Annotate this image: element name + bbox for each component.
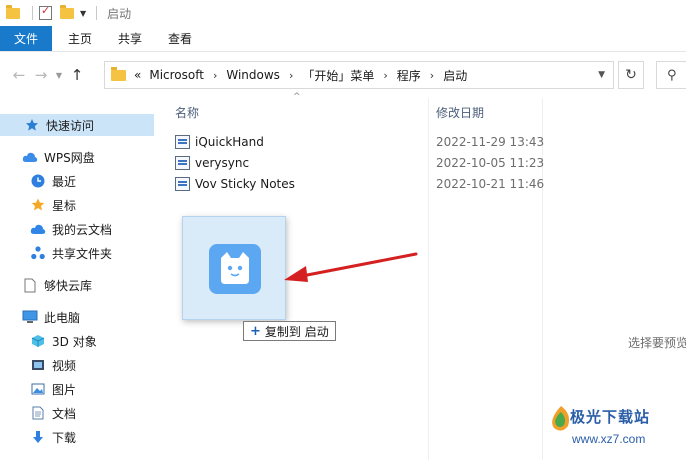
file-row-verysync[interactable]: verysync 2022-10-05 11:23 <box>175 153 545 173</box>
file-row-iquickhand[interactable]: iQuickHand 2022-11-29 13:43 <box>175 132 545 152</box>
sidebar-item-label: 共享文件夹 <box>52 246 113 261</box>
search-icon: ⚲ <box>667 67 677 83</box>
file-name: verysync <box>195 156 250 170</box>
shortcut-file-icon <box>175 177 190 191</box>
drag-preview <box>182 216 286 320</box>
file-row-vov-sticky-notes[interactable]: Vov Sticky Notes 2022-10-21 11:46 <box>175 174 545 194</box>
breadcrumb-start-menu[interactable]: 「开始」菜单 <box>302 67 374 84</box>
tab-home[interactable]: 主页 <box>52 26 105 51</box>
sidebar-item-label: 星标 <box>52 198 77 213</box>
sidebar-item-downloads[interactable]: 下载 <box>0 426 160 448</box>
sidebar-item-label: WPS网盘 <box>44 150 95 165</box>
computer-icon <box>22 309 38 325</box>
watermark-brand: 极光下载站 <box>570 408 651 426</box>
title-bar: ▼ 启动 <box>0 0 686 26</box>
sidebar-item-label: 最近 <box>52 174 77 189</box>
breadcrumb-overflow[interactable]: « <box>134 68 141 82</box>
navigation-bar: ← → ▼ ↑ « Microsoft › Windows › 「开始」菜单 ›… <box>0 56 686 94</box>
chevron-right-icon[interactable]: › <box>430 69 434 82</box>
copy-to-label: 复制到 启动 <box>264 324 329 339</box>
search-input[interactable]: ⚲ <box>656 61 686 89</box>
folder-icon[interactable] <box>6 4 20 19</box>
sidebar-item-3d-objects[interactable]: 3D 对象 <box>0 330 160 352</box>
sidebar-item-shared-folder[interactable]: 共享文件夹 <box>0 242 160 264</box>
sidebar-item-label: 下载 <box>52 430 77 445</box>
divider <box>32 6 33 20</box>
divider <box>96 6 98 20</box>
plus-icon: + <box>250 323 261 339</box>
sidebar-item-this-pc[interactable]: 此电脑 <box>0 306 160 328</box>
shortcut-file-icon <box>175 156 190 170</box>
folder-icon <box>111 66 126 81</box>
sidebar-item-wps-cloud[interactable]: WPS网盘 <box>0 146 160 168</box>
sidebar-item-label: 我的云文档 <box>52 222 113 237</box>
file-date: 2022-10-05 11:23 <box>436 156 545 170</box>
sidebar-item-label: 图片 <box>52 382 77 397</box>
cloud-doc-icon <box>30 221 46 237</box>
shortcut-file-icon <box>175 135 190 149</box>
sidebar-item-label: 3D 对象 <box>52 334 97 349</box>
watermark-url: www.xz7.com <box>572 432 646 446</box>
sidebar-item-gokuai[interactable]: 够快云库 <box>0 274 160 296</box>
sidebar-item-documents[interactable]: 文档 <box>0 402 160 424</box>
file-name: iQuickHand <box>195 135 264 149</box>
breadcrumb-startup[interactable]: 启动 <box>443 67 467 84</box>
chevron-right-icon[interactable]: › <box>213 69 217 82</box>
ribbon-tabs: 文件 主页 共享 查看 <box>0 26 686 52</box>
up-arrow-icon[interactable]: ↑ <box>66 66 88 84</box>
new-folder-icon[interactable] <box>60 4 74 19</box>
file-name: Vov Sticky Notes <box>195 177 295 191</box>
chevron-down-icon[interactable]: ▼ <box>598 70 605 80</box>
sidebar-item-starred[interactable]: 星标 <box>0 194 160 216</box>
tab-view[interactable]: 查看 <box>155 26 205 51</box>
video-icon <box>30 357 46 373</box>
download-icon <box>30 429 46 445</box>
file-date: 2022-11-29 13:43 <box>436 135 545 149</box>
red-arrow-annotation <box>284 252 418 282</box>
app-icon <box>209 244 261 294</box>
picture-icon <box>30 381 46 397</box>
cube-icon <box>30 333 46 349</box>
sidebar-item-label: 够快云库 <box>44 278 93 293</box>
chevron-down-icon[interactable]: ▼ <box>80 9 86 18</box>
address-bar[interactable]: « Microsoft › Windows › 「开始」菜单 › 程序 › 启动… <box>104 61 614 89</box>
star-icon <box>30 197 46 213</box>
sort-ascending-icon: ^ <box>293 92 301 102</box>
share-icon <box>30 245 46 261</box>
document-icon <box>30 405 46 421</box>
breadcrumb-programs[interactable]: 程序 <box>397 67 421 84</box>
sidebar-item-quick-access[interactable]: 快速访问 <box>0 114 154 136</box>
forward-arrow-icon[interactable]: → <box>30 66 52 84</box>
sidebar-item-my-cloud-docs[interactable]: 我的云文档 <box>0 218 160 240</box>
sidebar-item-recent[interactable]: 最近 <box>0 170 160 192</box>
sidebar-item-pictures[interactable]: 图片 <box>0 378 160 400</box>
recent-locations-chevron-icon[interactable]: ▼ <box>52 71 66 80</box>
back-arrow-icon[interactable]: ← <box>8 66 30 84</box>
chevron-right-icon[interactable]: › <box>383 69 387 82</box>
tab-file[interactable]: 文件 <box>0 26 53 51</box>
column-header-name[interactable]: 名称 <box>175 104 199 121</box>
tab-share[interactable]: 共享 <box>105 26 155 51</box>
sidebar-item-label: 快速访问 <box>46 118 95 133</box>
sidebar-item-label: 文档 <box>52 406 77 421</box>
preview-pane-hint: 选择要预览 <box>628 336 686 350</box>
refresh-icon[interactable]: ↻ <box>618 61 644 89</box>
pin-icon <box>24 117 40 133</box>
file-date: 2022-10-21 11:46 <box>436 177 545 191</box>
breadcrumb-windows[interactable]: Windows <box>226 68 280 82</box>
watermark: 极光下载站 www.xz7.com <box>548 402 686 458</box>
copy-to-tooltip: + 复制到 启动 <box>243 321 336 341</box>
column-header-date[interactable]: 修改日期 <box>436 104 484 121</box>
clock-icon <box>30 173 46 189</box>
chevron-right-icon[interactable]: › <box>289 69 293 82</box>
navigation-pane: 快速访问 WPS网盘 最近 星标 我的云文档 共享文件夹 够快云库 此电脑 3D… <box>0 94 160 460</box>
document-icon <box>22 277 38 293</box>
properties-icon[interactable] <box>39 4 52 20</box>
cloud-icon <box>22 149 38 165</box>
sidebar-item-label: 此电脑 <box>44 310 81 325</box>
window-title: 启动 <box>107 6 132 21</box>
sidebar-item-videos[interactable]: 视频 <box>0 354 160 376</box>
breadcrumb-microsoft[interactable]: Microsoft <box>149 68 204 82</box>
sidebar-item-label: 视频 <box>52 358 77 373</box>
